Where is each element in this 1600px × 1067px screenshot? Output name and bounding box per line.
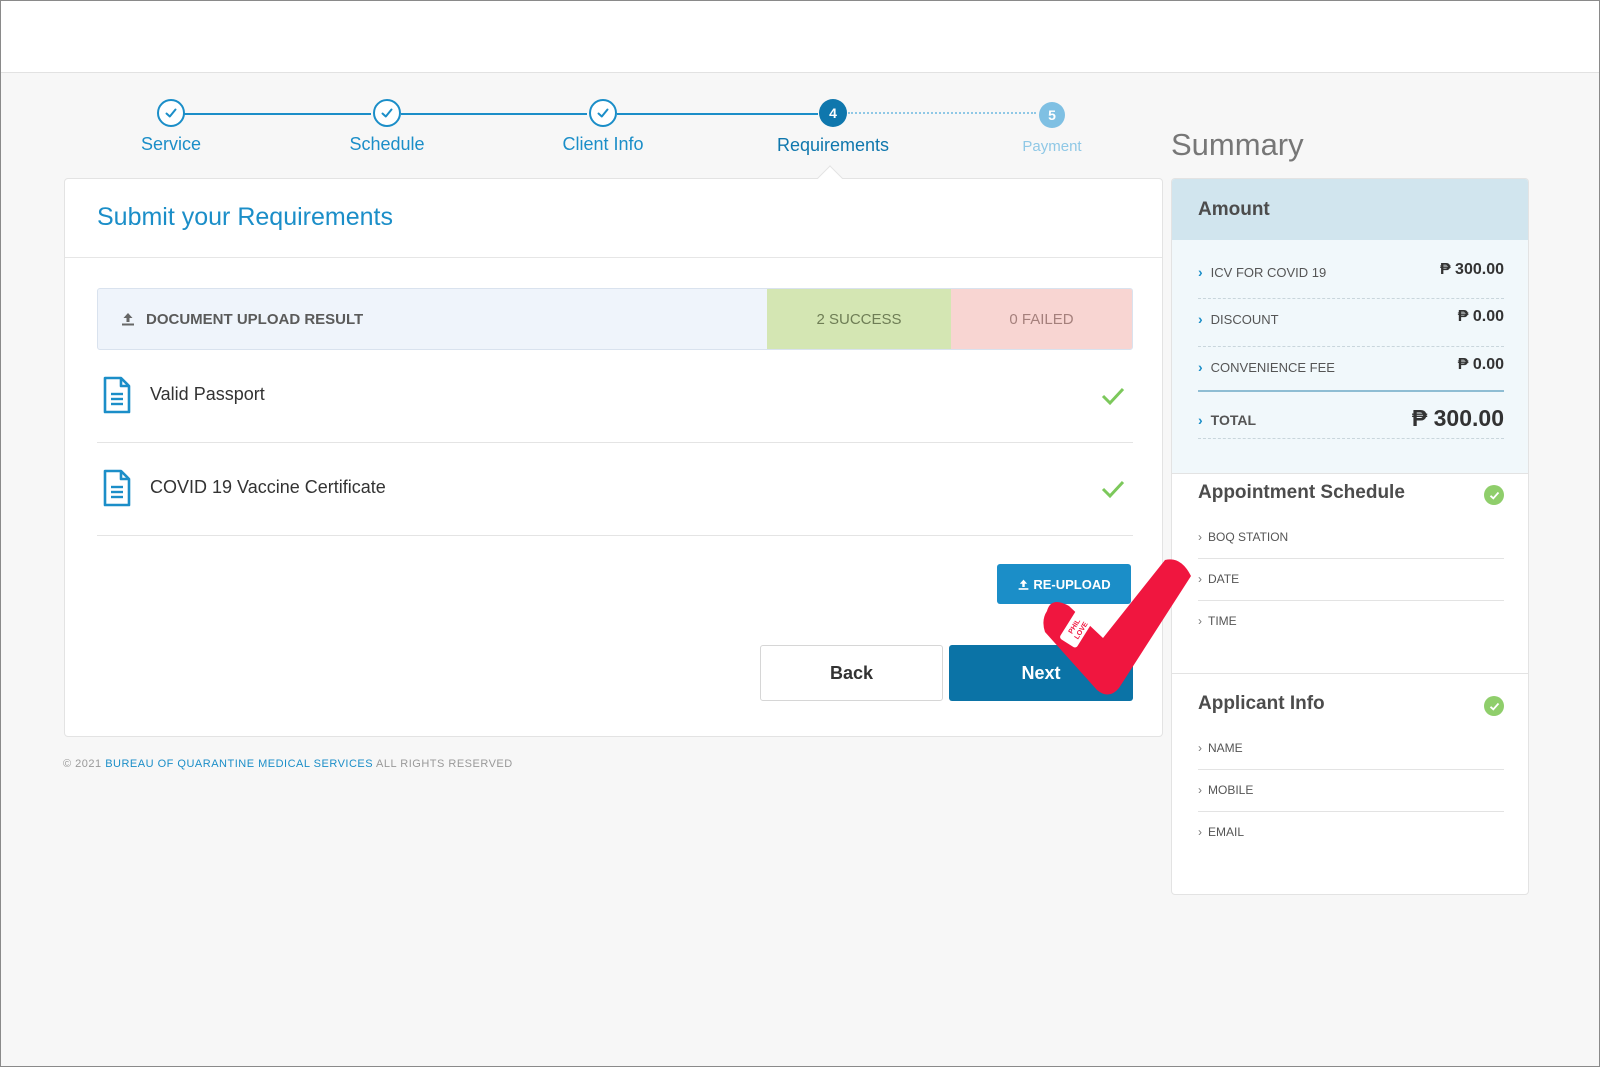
check-circle-icon [1484,485,1504,505]
card-title: Submit your Requirements [97,203,393,231]
document-icon [103,376,131,414]
step-service-circle[interactable] [157,99,185,127]
amount-row-label: › DISCOUNT [1198,311,1279,327]
applicant-name-label: NAME [1208,741,1243,755]
chevron-right-icon: › [1198,264,1203,280]
stepper-line [183,113,371,115]
appointment-date-label: DATE [1208,572,1240,586]
check-icon [1489,702,1499,711]
step-service-label[interactable]: Service [141,134,201,155]
upload-icon [1018,579,1029,590]
step-client-info-label[interactable]: Client Info [562,134,643,155]
amount-total-row: › TOTAL ₱ 300.00 [1198,392,1504,439]
check-circle-icon [1484,696,1504,716]
chevron-right-icon: › [1198,412,1203,428]
amount-row: › CONVENIENCE FEE ₱ 0.00 [1198,347,1504,395]
amount-row-value: ₱ 0.00 [1457,356,1504,373]
next-button[interactable]: Next [949,645,1133,701]
applicant-row-mobile: › MOBILE [1198,770,1504,812]
amount-heading: Amount [1198,199,1270,220]
amount-header: Amount [1172,179,1528,240]
document-name: Valid Passport [150,384,265,404]
appointment-row-date: › DATE [1198,559,1504,601]
check-icon [381,108,393,118]
upload-result-heading: DOCUMENT UPLOAD RESULT [98,289,767,349]
divider [65,257,1162,258]
summary-panel: Amount › ICV FOR COVID 19 ₱ 300.00 › DISCO… [1171,178,1529,895]
amount-row-label-text: ICV FOR COVID 19 [1210,264,1327,280]
reupload-label: RE-UPLOAD [1033,576,1111,592]
amount-row: › DISCOUNT ₱ 0.00 [1198,299,1504,347]
total-label: › TOTAL [1198,412,1256,428]
chevron-right-icon: › [1198,530,1202,544]
checkmark-icon [1101,480,1125,499]
appointment-time-label: TIME [1208,614,1237,628]
stepper-line [617,113,818,115]
success-count-badge: 2 SUCCESS [767,289,951,349]
step-payment-circle: 5 [1039,102,1065,128]
footer: © 2021 BUREAU OF QUARANTINE MEDICAL SERV… [63,758,513,770]
section-divider [1172,673,1528,674]
amount-row-label-text: CONVENIENCE FEE [1210,359,1335,375]
stepper-line-pending [848,112,1036,114]
step-requirements-circle: 4 [819,99,847,127]
upload-icon [122,313,134,326]
chevron-right-icon: › [1198,311,1203,327]
check-icon [1489,491,1499,500]
applicant-row-name: › NAME [1198,728,1504,770]
chevron-right-icon: › [1198,741,1202,755]
step-client-info-circle[interactable] [589,99,617,127]
check-icon [165,108,177,118]
document-row: Valid Passport [97,350,1133,443]
chevron-right-icon: › [1198,825,1202,839]
document-name: COVID 19 Vaccine Certificate [150,477,386,497]
amount-body: › ICV FOR COVID 19 ₱ 300.00 › DISCOUNT ₱ 0… [1172,240,1528,474]
total-value: ₱ 300.00 [1411,405,1504,431]
amount-row-label-text: DISCOUNT [1210,311,1279,327]
step-payment-label: Payment [1022,138,1082,155]
step-requirements-label: Requirements [776,135,890,155]
appointment-station-label: BOQ STATION [1208,530,1289,544]
upload-result-heading-text: DOCUMENT UPLOAD RESULT [146,310,364,328]
applicant-mobile-label: MOBILE [1208,783,1254,797]
amount-row-value: ₱ 0.00 [1457,308,1504,325]
back-button[interactable]: Back [760,645,943,701]
footer-org-link[interactable]: BUREAU OF QUARANTINE MEDICAL SERVICES [105,758,373,770]
amount-row-label: › ICV FOR COVID 19 [1198,264,1326,280]
upload-result-bar: DOCUMENT UPLOAD RESULT 2 SUCCESS 0 FAILE… [97,288,1133,350]
total-label-text: TOTAL [1210,412,1257,428]
chevron-right-icon: › [1198,359,1203,375]
amount-row-value: ₱ 300.00 [1439,261,1504,278]
checkmark-icon [1101,387,1125,406]
summary-title: Summary [1171,127,1304,162]
browser-frame: Service Schedule Client Info 4 Requireme… [0,0,1600,1067]
chevron-right-icon: › [1198,614,1202,628]
step-schedule-label[interactable]: Schedule [349,134,424,155]
appointment-row-station: › BOQ STATION [1198,517,1504,559]
chevron-right-icon: › [1198,572,1202,586]
document-icon [103,469,131,507]
footer-rights: ALL RIGHTS RESERVED [376,758,513,770]
amount-row-label: › CONVENIENCE FEE [1198,359,1335,375]
step-schedule-circle[interactable] [373,99,401,127]
applicant-row-email: › EMAIL [1198,812,1504,854]
reupload-button[interactable]: RE-UPLOAD [997,564,1131,604]
applicant-info-heading: Applicant Info [1198,693,1325,714]
stepper-line [401,113,587,115]
footer-copyright: © 2021 [63,758,102,770]
failed-count-badge: 0 FAILED [951,289,1132,349]
top-header-bar [1,1,1599,73]
appointment-row-time: › TIME [1198,601,1504,643]
check-icon [597,108,609,118]
chevron-right-icon: › [1198,783,1202,797]
requirements-card: Submit your Requirements DOCUMENT UPLOAD… [64,178,1163,737]
applicant-email-label: EMAIL [1208,825,1245,839]
appointment-schedule-heading: Appointment Schedule [1198,482,1405,503]
amount-row: › ICV FOR COVID 19 ₱ 300.00 [1198,240,1504,299]
document-row: COVID 19 Vaccine Certificate [97,443,1133,536]
